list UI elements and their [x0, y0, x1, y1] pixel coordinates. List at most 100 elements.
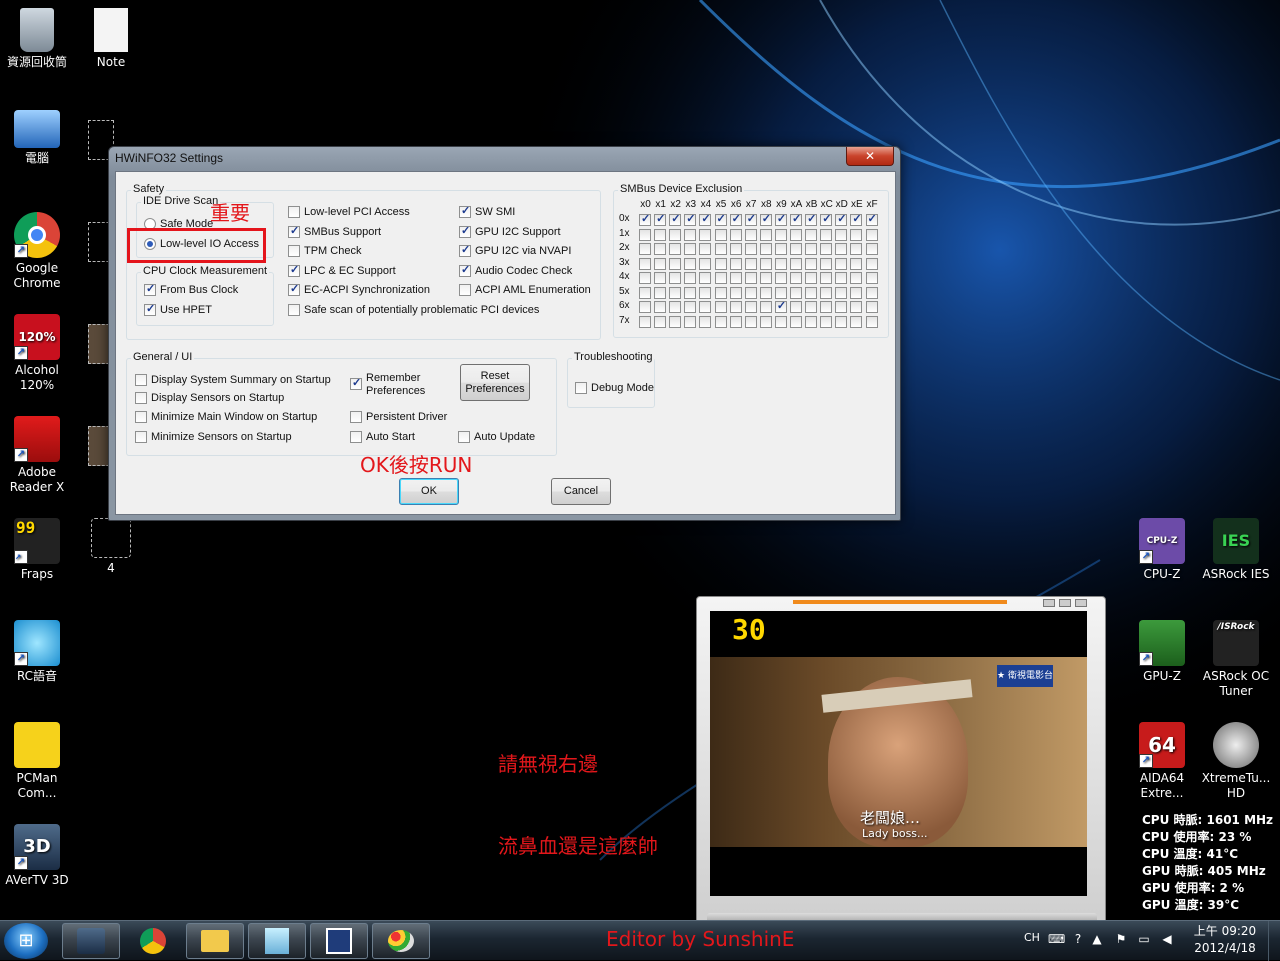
smbus-cell-checkbox[interactable] — [759, 257, 772, 270]
smbus-cell-checkbox[interactable] — [744, 228, 757, 241]
smbus-cell-checkbox[interactable] — [865, 243, 878, 255]
smbus-cell-checkbox[interactable] — [714, 272, 727, 284]
smbus-cell-checkbox[interactable] — [669, 315, 682, 328]
smbus-cell-checkbox[interactable] — [654, 286, 667, 299]
smbus-cell-checkbox[interactable] — [744, 243, 757, 255]
smbus-cell-checkbox[interactable] — [669, 243, 682, 255]
desktop-icon-aida64[interactable]: 64 ↗ AIDA64 Extre... — [1125, 722, 1199, 801]
smbus-cell-checkbox[interactable] — [639, 228, 651, 241]
smbus-cell-checkbox[interactable] — [805, 272, 818, 284]
smbus-cell-checkbox[interactable] — [850, 286, 863, 299]
smbus-cell-checkbox[interactable] — [699, 228, 712, 241]
smbus-cell-checkbox[interactable] — [805, 243, 818, 255]
smbus-cell-checkbox[interactable] — [714, 257, 727, 270]
smbus-cell-checkbox[interactable] — [865, 301, 878, 313]
volume-icon[interactable]: ◀ — [1160, 932, 1174, 946]
desktop-icon-chrome[interactable]: ↗ Google Chrome — [0, 212, 74, 291]
smbus-cell-checkbox[interactable] — [759, 243, 772, 255]
smbus-cell-checkbox[interactable] — [850, 257, 863, 270]
smbus-cell-checkbox[interactable] — [759, 228, 772, 241]
smbus-cell-checkbox[interactable] — [654, 228, 667, 241]
smbus-cell-checkbox[interactable] — [865, 315, 878, 328]
desktop-icon-fraps[interactable]: 99 ↗ Fraps — [0, 518, 74, 582]
smbus-cell-checkbox[interactable] — [805, 257, 818, 270]
minimize-main-window-checkbox[interactable]: Minimize Main Window on Startup — [135, 411, 317, 423]
smbus-cell-checkbox[interactable] — [714, 301, 727, 313]
smbus-cell-checkbox[interactable] — [805, 228, 818, 241]
low-level-pci-access-checkbox[interactable]: Low-level PCI Access — [288, 206, 410, 218]
smbus-cell-checkbox[interactable] — [850, 315, 863, 328]
smbus-cell-checkbox[interactable] — [790, 243, 802, 255]
smbus-cell-checkbox[interactable] — [820, 301, 833, 313]
smbus-cell-checkbox[interactable] — [774, 315, 787, 328]
auto-update-checkbox[interactable]: Auto Update — [458, 431, 535, 443]
smbus-cell-checkbox[interactable] — [805, 286, 818, 299]
smbus-cell-checkbox[interactable] — [850, 301, 863, 313]
smbus-cell-checkbox[interactable] — [699, 243, 712, 255]
smbus-cell-checkbox[interactable] — [744, 272, 757, 284]
smbus-cell-checkbox[interactable] — [699, 272, 712, 284]
desktop-icon-adobe-reader[interactable]: ↗ Adobe Reader X — [0, 416, 74, 495]
smbus-cell-checkbox[interactable] — [744, 315, 757, 328]
ime-indicator[interactable]: CH — [1024, 931, 1040, 944]
desktop-icon-4[interactable]: 4 — [74, 518, 148, 576]
acpi-aml-enumeration-checkbox[interactable]: ACPI AML Enumeration — [459, 284, 591, 296]
debug-mode-checkbox[interactable]: Debug Mode — [575, 382, 654, 394]
smbus-cell-checkbox[interactable] — [790, 315, 802, 328]
smbus-cell-checkbox[interactable] — [639, 315, 651, 328]
smbus-cell-checkbox[interactable] — [669, 228, 682, 241]
use-hpet-checkbox[interactable]: Use HPET — [144, 302, 212, 316]
auto-start-checkbox[interactable]: Auto Start — [350, 431, 415, 443]
smbus-cell-checkbox[interactable] — [820, 212, 833, 226]
minimize-button[interactable] — [1043, 599, 1055, 607]
smbus-cell-checkbox[interactable] — [820, 228, 833, 241]
desktop-icon-computer[interactable]: 電腦 — [0, 110, 74, 166]
minimize-sensors-checkbox[interactable]: Minimize Sensors on Startup — [135, 431, 292, 443]
smbus-cell-checkbox[interactable] — [790, 286, 802, 299]
smbus-cell-checkbox[interactable] — [729, 286, 742, 299]
smbus-cell-checkbox[interactable] — [714, 315, 727, 328]
smbus-cell-checkbox[interactable] — [684, 286, 697, 299]
desktop-icon-asrock-oc[interactable]: /ISRock ASRock OC Tuner — [1199, 620, 1273, 699]
smbus-cell-checkbox[interactable] — [835, 228, 848, 241]
safe-scan-pci-checkbox[interactable]: Safe scan of potentially problematic PCI… — [288, 304, 539, 316]
smbus-cell-checkbox[interactable] — [714, 286, 727, 299]
smbus-cell-checkbox[interactable] — [699, 315, 712, 328]
taskbar-chrome[interactable] — [124, 923, 182, 959]
persistent-driver-checkbox[interactable]: Persistent Driver — [350, 411, 447, 423]
smbus-cell-checkbox[interactable] — [759, 212, 772, 226]
smbus-cell-checkbox[interactable] — [835, 301, 848, 313]
taskbar-notepad[interactable] — [248, 923, 306, 959]
smbus-cell-checkbox[interactable] — [865, 272, 878, 284]
smbus-cell-checkbox[interactable] — [684, 272, 697, 284]
desktop-icon-cpuz[interactable]: CPU-Z ↗ CPU-Z — [1125, 518, 1199, 582]
smbus-cell-checkbox[interactable] — [684, 212, 697, 226]
start-button[interactable]: ⊞ — [4, 923, 48, 959]
desktop-icon-asrock-ies[interactable]: IES ASRock IES — [1199, 518, 1273, 582]
smbus-cell-checkbox[interactable] — [729, 315, 742, 328]
tray-expand-icon[interactable]: ▲ — [1090, 932, 1104, 946]
tpm-check-checkbox[interactable]: TPM Check — [288, 245, 361, 257]
smbus-cell-checkbox[interactable] — [774, 228, 787, 241]
display-system-summary-checkbox[interactable]: Display System Summary on Startup — [135, 374, 331, 386]
smbus-cell-checkbox[interactable] — [639, 286, 651, 299]
smbus-cell-checkbox[interactable] — [790, 228, 802, 241]
close-button[interactable] — [1075, 599, 1087, 607]
sw-smi-checkbox[interactable]: SW SMI — [459, 204, 515, 218]
smbus-cell-checkbox[interactable] — [744, 286, 757, 299]
smbus-cell-checkbox[interactable] — [820, 243, 833, 255]
desktop-icon-xtremetuner[interactable]: XtremeTu... HD — [1199, 722, 1273, 801]
smbus-cell-checkbox[interactable] — [805, 315, 818, 328]
smbus-cell-checkbox[interactable] — [759, 301, 772, 313]
ec-acpi-sync-checkbox[interactable]: EC-ACPI Synchronization — [288, 282, 430, 296]
smbus-cell-checkbox[interactable] — [729, 257, 742, 270]
smbus-cell-checkbox[interactable] — [654, 272, 667, 284]
action-center-flag-icon[interactable]: ⚑ — [1114, 932, 1128, 946]
smbus-cell-checkbox[interactable] — [744, 257, 757, 270]
smbus-cell-checkbox[interactable] — [790, 212, 802, 226]
smbus-cell-checkbox[interactable] — [729, 243, 742, 255]
from-bus-clock-checkbox[interactable]: From Bus Clock — [144, 282, 238, 296]
smbus-cell-checkbox[interactable] — [669, 272, 682, 284]
smbus-cell-checkbox[interactable] — [790, 301, 802, 313]
smbus-cell-checkbox[interactable] — [850, 228, 863, 241]
